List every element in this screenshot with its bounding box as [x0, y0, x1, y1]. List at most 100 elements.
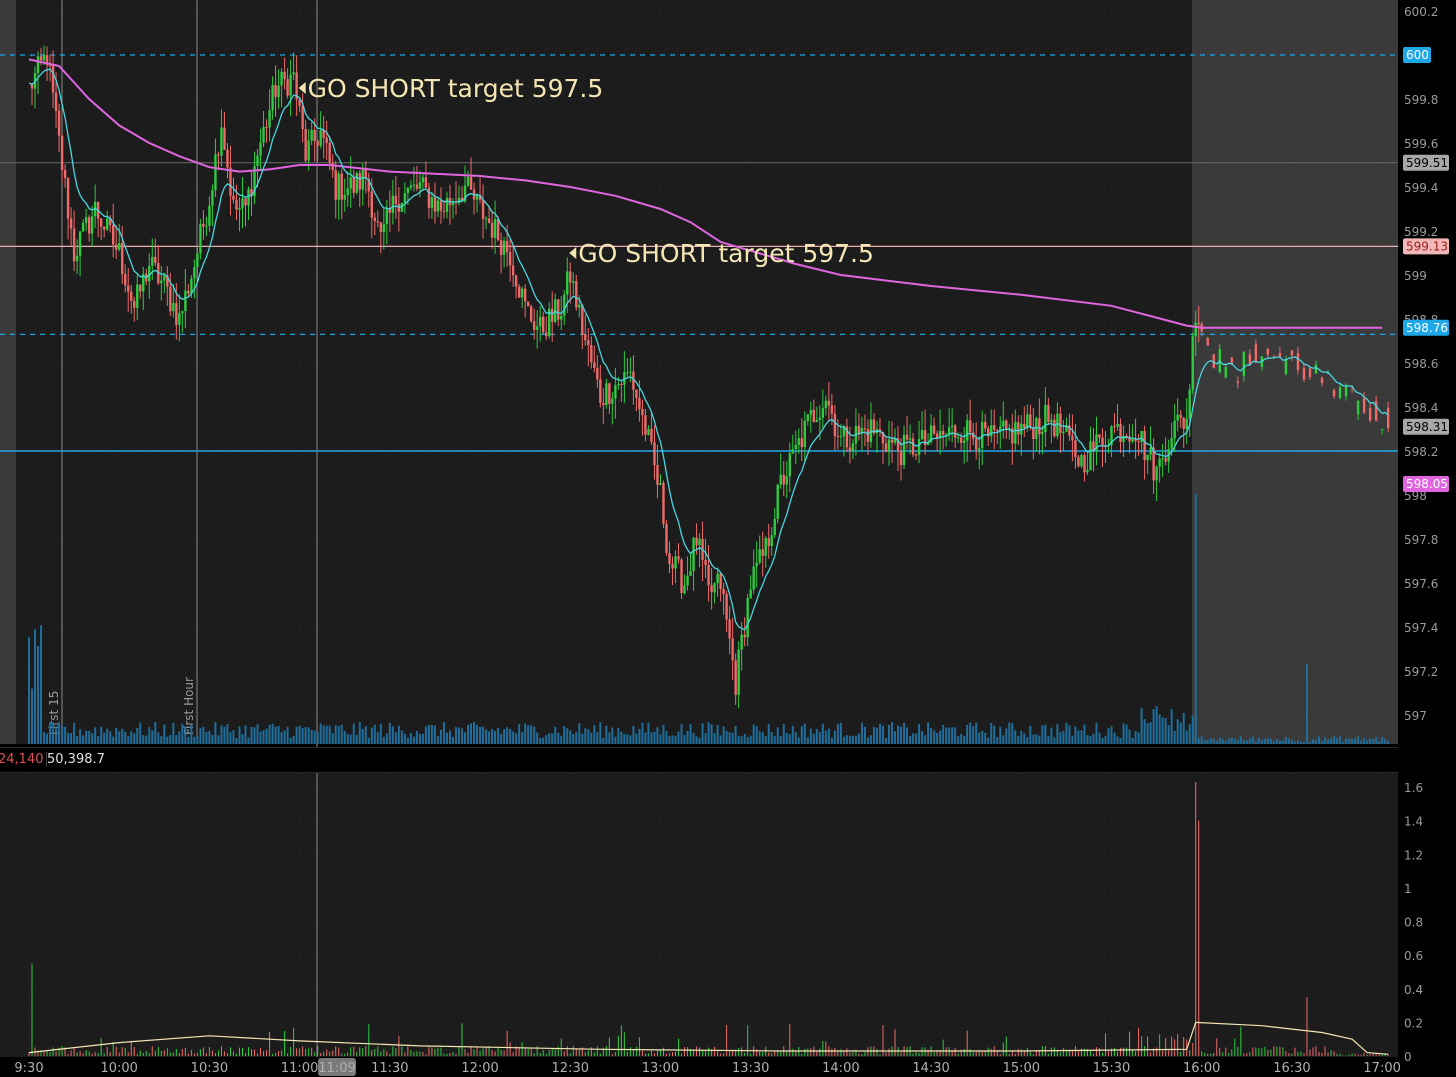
- price-tick-label: 599.8: [1404, 93, 1438, 107]
- candle-body: [716, 573, 719, 584]
- volume-bar: [1224, 741, 1227, 744]
- volume-bar: [1345, 738, 1348, 744]
- volume-bar: [530, 725, 533, 744]
- candle-body: [758, 549, 761, 563]
- volume-bar: [232, 730, 235, 744]
- candle-body: [1146, 454, 1149, 461]
- volume-bar: [1011, 723, 1014, 744]
- volume-bar: [124, 731, 127, 744]
- volume-bar: [951, 727, 954, 744]
- candle-body: [175, 303, 178, 325]
- volume-bar: [1321, 740, 1324, 744]
- volume-bar: [749, 735, 752, 744]
- candle-body: [310, 129, 313, 141]
- candle-body: [1191, 336, 1194, 390]
- volume-bar: [1071, 735, 1074, 744]
- candle-body: [1050, 419, 1053, 423]
- candle-body: [1173, 420, 1176, 439]
- price-tag-label: 599.51: [1406, 156, 1448, 170]
- chart-canvas[interactable]: First 15 First Hour GO SHORT target 597.5…: [0, 0, 1456, 1077]
- volume-bar: [1035, 734, 1038, 744]
- candle-body: [590, 344, 593, 363]
- candle-body: [48, 65, 52, 67]
- candle-body: [984, 421, 987, 429]
- volume-bar: [878, 723, 881, 744]
- annotation-text: GO SHORT target 597.5: [308, 74, 604, 103]
- candle-body: [496, 219, 500, 241]
- volume-bar: [1056, 724, 1059, 744]
- volume-bar: [812, 733, 815, 744]
- candle-body: [734, 660, 737, 695]
- candle-body: [1179, 414, 1182, 418]
- candle-body: [857, 425, 861, 434]
- volume-bar: [554, 726, 557, 744]
- price-pane[interactable]: [0, 0, 1398, 744]
- volume-bar: [241, 734, 244, 744]
- candle-body: [394, 195, 398, 204]
- candle-body: [770, 535, 773, 546]
- volume-bar: [1378, 741, 1381, 744]
- candle-body: [115, 244, 118, 250]
- candle-body: [202, 223, 205, 227]
- candle-body: [466, 176, 470, 186]
- candle-body: [36, 56, 40, 73]
- volume-bar: [1384, 738, 1387, 744]
- candle-body: [235, 199, 238, 210]
- time-tick-label: 12:00: [461, 1061, 498, 1076]
- volume-bar: [448, 730, 451, 744]
- candle-body: [289, 74, 292, 96]
- candle-body: [671, 563, 674, 569]
- volume-bar: [130, 731, 133, 744]
- volume-bar: [178, 731, 181, 744]
- volume-bar: [740, 736, 743, 744]
- volume-bar: [1296, 740, 1299, 744]
- volume-bar: [1038, 735, 1041, 744]
- volume-bar: [872, 726, 875, 744]
- volume-bar: [707, 722, 710, 744]
- candle-body: [578, 304, 581, 308]
- volume-bar: [1176, 719, 1179, 744]
- volume-bar: [930, 727, 933, 744]
- volume-bar: [382, 736, 385, 744]
- volume-bar: [782, 724, 785, 744]
- candle-body: [124, 274, 127, 286]
- volume-bar: [250, 726, 253, 744]
- volume-bar: [169, 734, 172, 744]
- candle-body: [1254, 344, 1258, 363]
- candle-body: [665, 524, 668, 554]
- volume-pane[interactable]: [0, 773, 1398, 1057]
- candle-body: [526, 301, 530, 307]
- volume-bar: [1218, 737, 1221, 744]
- candle-body: [968, 420, 972, 433]
- volume-bar: [271, 723, 274, 744]
- volume-bar: [244, 725, 247, 744]
- volume-bar: [181, 723, 184, 744]
- volume-bar: [990, 723, 993, 744]
- candle-body: [644, 415, 647, 435]
- volume-bar: [349, 734, 352, 744]
- candle-body: [370, 191, 373, 218]
- volume-bar: [815, 729, 818, 744]
- candle-body: [433, 197, 437, 212]
- volume-bar: [866, 737, 869, 744]
- candle-body: [78, 231, 82, 256]
- candle-body: [268, 110, 271, 128]
- volume-bar: [370, 727, 373, 744]
- volume-bar: [283, 730, 286, 744]
- candle-body: [81, 222, 85, 232]
- candle-body: [102, 226, 106, 230]
- volume-bar: [415, 730, 418, 744]
- volume-bar: [963, 736, 966, 744]
- volume-bar: [542, 737, 545, 744]
- price-tick-label: 597.8: [1404, 533, 1438, 547]
- candle-body: [499, 240, 503, 255]
- candle-body: [1044, 405, 1047, 432]
- volume-bar: [268, 724, 271, 744]
- candle-body: [1158, 458, 1161, 467]
- candle-body: [566, 271, 569, 295]
- price-tag-label: 600: [1406, 48, 1429, 62]
- volume-bar: [151, 730, 154, 744]
- candle-body: [1041, 431, 1044, 435]
- candle-body: [304, 129, 307, 161]
- candle-body: [214, 154, 217, 191]
